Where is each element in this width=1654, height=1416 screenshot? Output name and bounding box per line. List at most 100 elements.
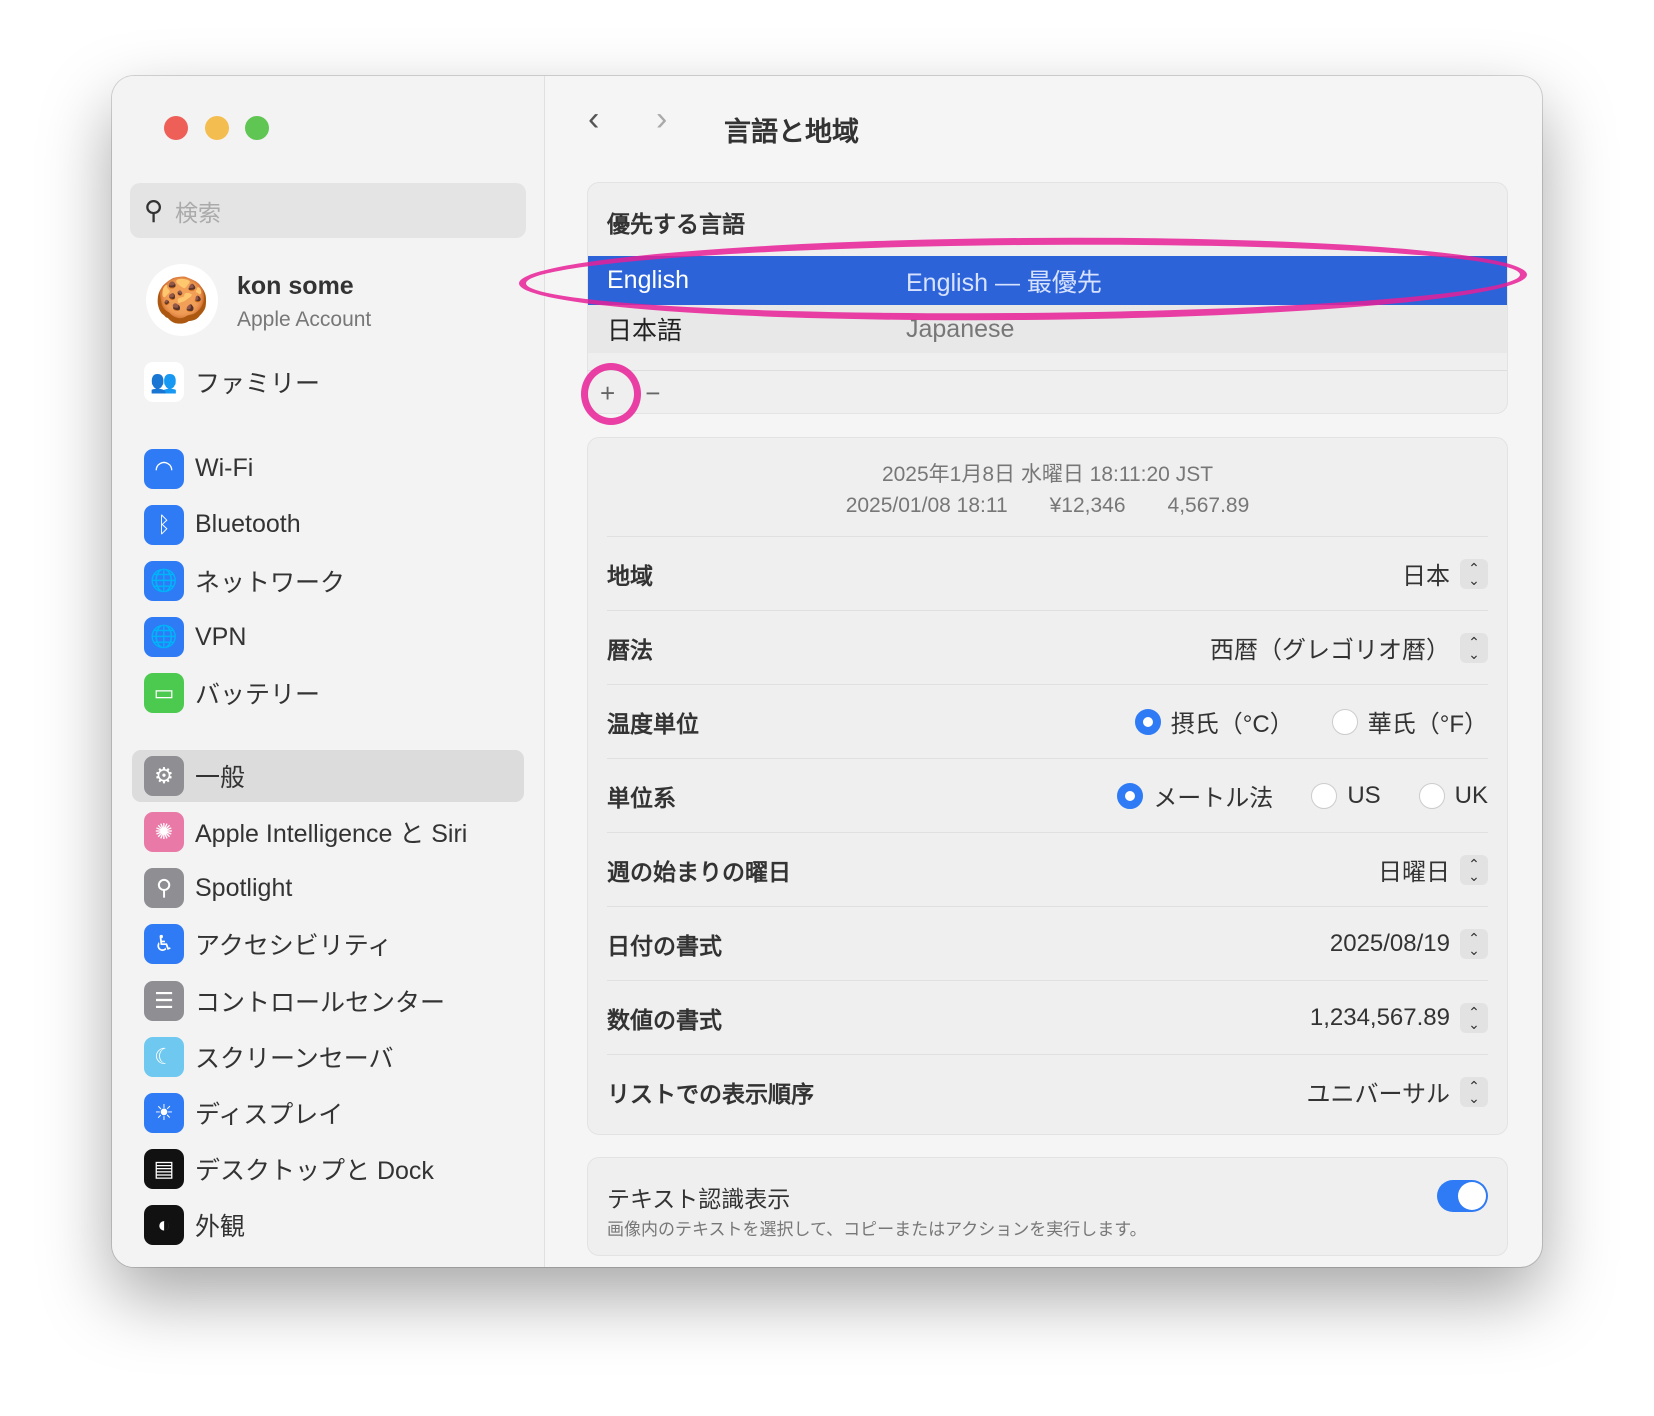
live-text-title: テキスト認識表示 [607, 1186, 791, 1212]
avatar[interactable]: 🍪 [146, 264, 218, 336]
sidebar-item-1[interactable]: ᛒ Bluetooth [132, 499, 524, 551]
sidebar-item-label: Bluetooth [195, 510, 301, 539]
region-row: 地域 日本 ⌃ ⌄ [607, 536, 1488, 610]
calendar-label: 暦法 [607, 636, 653, 663]
sidebar-item-family[interactable]: 👥 ファミリー [132, 356, 524, 408]
live-text-toggle[interactable] [1437, 1180, 1488, 1212]
number-format-label: 数値の書式 [607, 1006, 722, 1033]
sidebar-item-label: Spotlight [195, 873, 293, 902]
radio-label: 摂氏（°C） [1170, 711, 1294, 738]
sidebar-item-0[interactable]: ◠ Wi-Fi [132, 443, 524, 495]
language-list-controls: + − [588, 370, 1507, 415]
sidebar-item-12[interactable]: ▤ デスクトップと Dock [132, 1143, 524, 1195]
language-name: English [607, 266, 689, 294]
region-label: 地域 [607, 562, 653, 589]
close-button[interactable] [164, 116, 188, 140]
accessibility-icon: ♿ [144, 924, 184, 965]
format-preview-line1: 2025年1月8日 水曜日 18:11:20 JST [881, 463, 1214, 486]
number-format-select[interactable]: 1,234,567.89 ⌃ ⌄ [1309, 1002, 1488, 1033]
live-text-panel: テキスト認識表示 画像内のテキストを選択して、コピーまたはアクションを実行します… [587, 1157, 1508, 1256]
radio-selected-icon [1134, 708, 1161, 735]
number-format-value: 1,234,567.89 [1309, 1003, 1450, 1031]
stepper-chevron-icon: ⌃ ⌄ [1460, 632, 1488, 663]
sidebar-item-3[interactable]: 🌐 VPN [132, 611, 524, 663]
live-text-description: 画像内のテキストを選択して、コピーまたはアクションを実行します。 [607, 1220, 1147, 1239]
sidebar-item-13[interactable]: ◐ 外観 [132, 1199, 524, 1251]
siri-icon: ✺ [144, 812, 184, 853]
stepper-chevron-icon: ⌃ ⌄ [1460, 928, 1488, 959]
sidebar: ⚲ 検索 🍪 kon some Apple Account 👥 ファミリー ◠ W… [112, 76, 545, 1267]
calendar-row: 暦法 西暦（グレゴリオ暦） ⌃ ⌄ [607, 610, 1488, 684]
calendar-select[interactable]: 西暦（グレゴリオ暦） ⌃ ⌄ [1210, 630, 1488, 665]
back-button[interactable]: ‹ [588, 100, 599, 139]
profile-name[interactable]: kon some [237, 272, 354, 301]
radio-metric[interactable]: メートル法 [1117, 778, 1273, 813]
sidebar-item-9[interactable]: ☰ コントロールセンター [132, 975, 524, 1027]
stepper-chevron-icon: ⌃ ⌄ [1460, 558, 1488, 589]
zoom-button[interactable] [245, 116, 269, 140]
sidebar-item-label: Wi-Fi [195, 454, 254, 483]
radio-us[interactable]: US [1311, 781, 1381, 810]
remove-language-button[interactable]: − [645, 378, 660, 409]
number-format-row: 数値の書式 1,234,567.89 ⌃ ⌄ [607, 980, 1488, 1054]
sidebar-item-label: アクセシビリティ [195, 932, 393, 961]
region-select[interactable]: 日本 ⌃ ⌄ [1402, 556, 1488, 591]
forward-button[interactable]: › [656, 100, 667, 139]
add-language-button[interactable]: + [600, 378, 615, 409]
page-title: 言語と地域 [724, 117, 859, 147]
language-detail: English — 最優先 [906, 268, 1102, 297]
radio-label: メートル法 [1153, 785, 1274, 812]
sidebar-item-11[interactable]: ☀ ディスプレイ [132, 1087, 524, 1139]
radio-icon [1311, 782, 1338, 809]
first-day-select[interactable]: 日曜日 ⌃ ⌄ [1378, 852, 1488, 887]
language-row-english[interactable]: English English — 最優先 [588, 256, 1507, 305]
temperature-row: 温度単位 摂氏（°C） 華氏（°F） [607, 684, 1488, 758]
sidebar-item-label: スクリーンセーバ [195, 1044, 394, 1073]
language-name: 日本語 [607, 317, 683, 345]
radio-label: 華氏（°F） [1367, 711, 1488, 738]
sidebar-item-label: ネットワーク [195, 568, 346, 597]
list-sort-value: ユニバーサル [1306, 1081, 1450, 1108]
search-icon: ⚲ [144, 195, 164, 225]
first-day-label: 週の始まりの曜日 [607, 858, 791, 885]
globe-icon: 🌐 [144, 560, 184, 601]
sidebar-item-label: ファミリー [195, 370, 321, 398]
sidebar-item-7[interactable]: ⚲ Spotlight [132, 862, 524, 914]
search-placeholder: 検索 [175, 199, 222, 226]
list-sort-row: リストでの表示順序 ユニバーサル ⌃ ⌄ [607, 1054, 1488, 1128]
sidebar-item-8[interactable]: ♿ アクセシビリティ [132, 918, 524, 970]
radio-fahrenheit[interactable]: 華氏（°F） [1331, 704, 1488, 739]
date-format-select[interactable]: 2025/08/19 ⌃ ⌄ [1330, 928, 1488, 959]
preferred-languages-panel: 優先する言語 English English — 最優先 日本語 Japanes… [587, 182, 1508, 414]
sidebar-item-label: 一般 [195, 763, 246, 792]
sidebar-item-label: Apple Intelligence と Siri [195, 820, 468, 849]
stepper-chevron-icon: ⌃ ⌄ [1460, 1002, 1488, 1033]
region-value: 日本 [1402, 563, 1450, 590]
sidebar-item-4[interactable]: ▭ バッテリー [132, 667, 524, 719]
region-settings-panel: 2025年1月8日 水曜日 18:11:20 JST 2025/01/08 18… [587, 437, 1508, 1135]
sidebar-item-2[interactable]: 🌐 ネットワーク [132, 555, 524, 607]
list-sort-select[interactable]: ユニバーサル ⌃ ⌄ [1306, 1074, 1488, 1109]
sidebar-item-6[interactable]: ✺ Apple Intelligence と Siri [132, 806, 524, 858]
gear-icon: ⚙ [144, 755, 184, 796]
language-row-japanese[interactable]: 日本語 Japanese [588, 305, 1507, 353]
toggles-icon: ☰ [144, 980, 184, 1021]
sidebar-item-label: バッテリー [195, 681, 321, 710]
main-content: ‹ › 言語と地域 優先する言語 English English — 最優先 日… [546, 76, 1542, 1267]
radio-label: UK [1454, 781, 1488, 809]
sidebar-item-label: ディスプレイ [195, 1101, 344, 1129]
sidebar-item-5[interactable]: ⚙ 一般 [132, 749, 524, 802]
minimize-button[interactable] [205, 116, 229, 140]
sidebar-item-10[interactable]: ☾ スクリーンセーバ [132, 1031, 524, 1083]
sidebar-item-label: VPN [195, 622, 247, 651]
radio-label: US [1347, 781, 1381, 809]
screensaver-icon: ☾ [144, 1036, 184, 1077]
sun-icon: ☀ [144, 1093, 184, 1133]
radio-icon [1331, 708, 1358, 735]
radio-uk[interactable]: UK [1418, 781, 1488, 810]
stepper-chevron-icon: ⌃ ⌄ [1460, 1076, 1488, 1107]
wifi-icon: ◠ [144, 448, 184, 489]
search-input[interactable]: ⚲ 検索 [130, 183, 526, 238]
sidebar-item-label: コントロールセンター [195, 988, 446, 1017]
radio-celsius[interactable]: 摂氏（°C） [1134, 704, 1294, 739]
